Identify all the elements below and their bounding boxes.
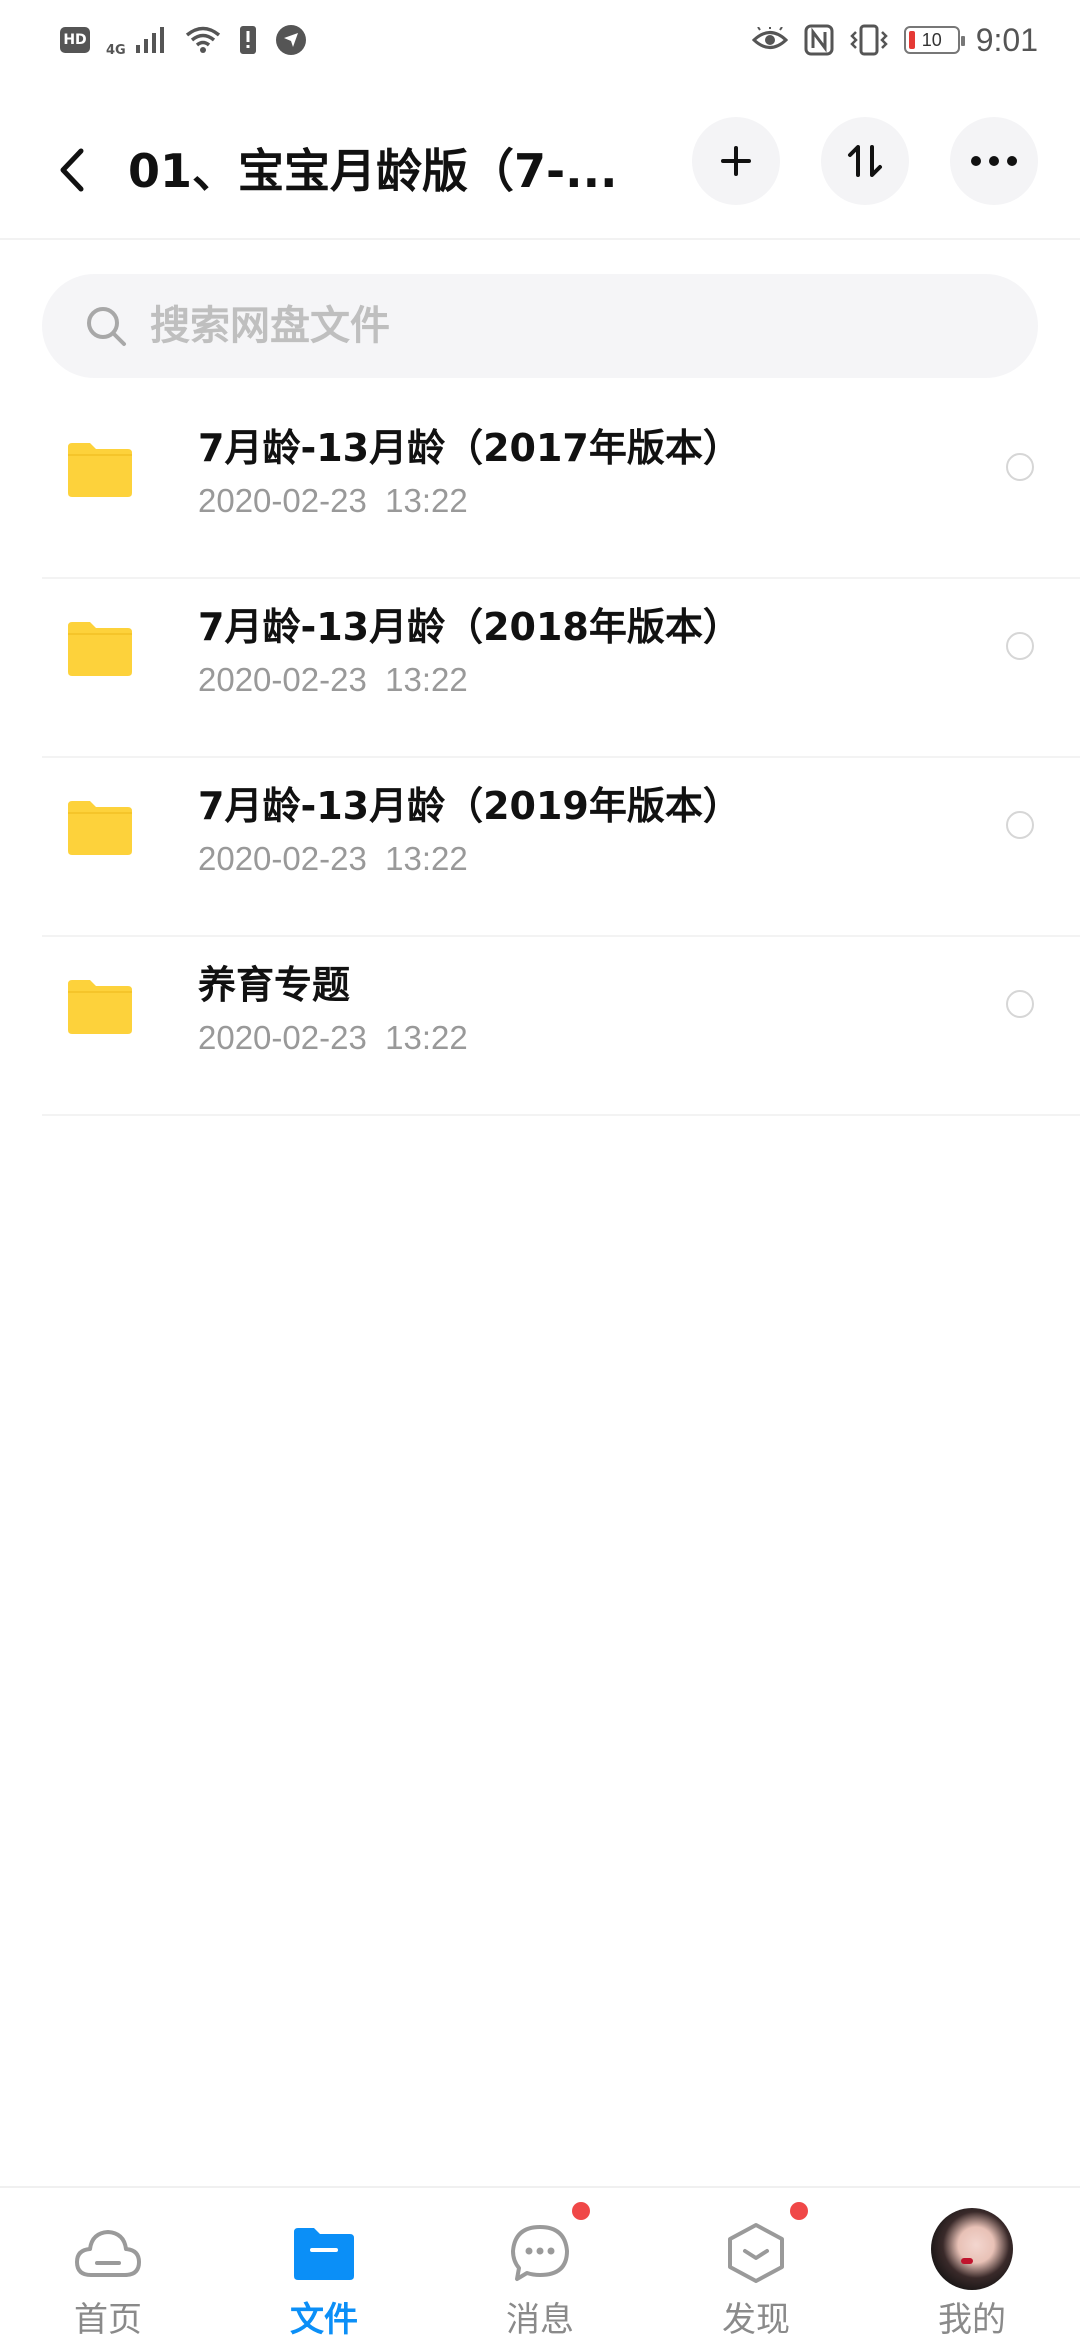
nav-label-messages: 消息 [506, 2300, 574, 2340]
select-radio[interactable] [1006, 811, 1034, 839]
avatar [931, 2208, 1013, 2290]
folder-icon [286, 2218, 362, 2288]
status-bar: HD 4G 10 9:01 [0, 0, 1080, 80]
nav-label-profile: 我的 [938, 2300, 1006, 2340]
file-name: 7月龄-13月龄（2019年版本） [198, 784, 741, 828]
nav-label-discover: 发现 [722, 2300, 790, 2340]
message-icon [502, 2218, 578, 2288]
select-radio[interactable] [1006, 453, 1034, 481]
battery-icon: 10 [903, 26, 965, 54]
nav-home[interactable]: 首页 [0, 2188, 216, 2340]
nav-discover[interactable]: 发现 [648, 2188, 864, 2340]
file-date: 2020-02-23 13:22 [198, 840, 468, 877]
status-left: HD 4G [60, 23, 308, 58]
eye-icon [751, 27, 788, 53]
nav-label-files: 文件 [290, 2300, 358, 2340]
select-radio[interactable] [1006, 632, 1034, 660]
location-icon [274, 23, 308, 57]
nav-files[interactable]: 文件 [216, 2188, 432, 2340]
alert-icon [238, 24, 258, 56]
back-button[interactable] [50, 142, 94, 198]
hd-icon: HD [60, 27, 90, 53]
nfc-icon [804, 24, 834, 56]
vibrate-icon [849, 24, 888, 56]
more-icon [971, 156, 1017, 166]
file-date: 2020-02-23 13:22 [198, 1019, 468, 1056]
add-icon [721, 146, 751, 176]
chevron-left-icon [60, 148, 84, 192]
file-name: 养育专题 [198, 963, 351, 1007]
file-name: 7月龄-13月龄（2017年版本） [198, 426, 741, 470]
bottom-nav: 首页 文件 消息 发现 我的 [0, 2186, 1080, 2340]
status-right: 10 9:01 [751, 21, 1038, 59]
search-icon [87, 307, 126, 346]
nav-messages[interactable]: 消息 [432, 2188, 648, 2340]
select-radio[interactable] [1006, 990, 1034, 1018]
sort-button[interactable] [821, 117, 909, 205]
discover-badge [790, 2202, 808, 2220]
file-list: 7月龄-13月龄（2017年版本） 2020-02-23 13:22 7月龄-1… [0, 400, 1080, 1116]
list-item[interactable]: 7月龄-13月龄（2019年版本） 2020-02-23 13:22 [42, 758, 1080, 937]
wifi-icon [184, 25, 222, 55]
list-item[interactable]: 7月龄-13月龄（2018年版本） 2020-02-23 13:22 [42, 579, 1080, 758]
discover-icon [718, 2218, 794, 2288]
sort-icon [848, 145, 882, 177]
signal-icon [134, 25, 168, 55]
message-badge [572, 2202, 590, 2220]
nav-profile[interactable]: 我的 [864, 2188, 1080, 2340]
file-date: 2020-02-23 13:22 [198, 482, 468, 519]
network-type-label: 4G [106, 42, 126, 58]
clock-time: 9:01 [975, 21, 1038, 58]
file-name: 7月龄-13月龄（2018年版本） [198, 605, 741, 649]
list-item[interactable]: 养育专题 2020-02-23 13:22 [42, 937, 1080, 1116]
folder-icon [68, 980, 132, 1034]
more-button[interactable] [950, 117, 1038, 205]
search-input[interactable] [150, 303, 950, 349]
page-title: 01、宝宝月龄版（7-... [128, 144, 618, 198]
folder-icon [68, 443, 132, 497]
file-date: 2020-02-23 13:22 [198, 661, 468, 698]
add-button[interactable] [692, 117, 780, 205]
nav-label-home: 首页 [74, 2300, 142, 2340]
battery-level: 10 [921, 29, 942, 50]
header-bar: 01、宝宝月龄版（7-... [0, 100, 1080, 240]
search-bar[interactable] [42, 274, 1038, 378]
cloud-icon [70, 2218, 146, 2288]
folder-icon [68, 622, 132, 676]
list-item[interactable]: 7月龄-13月龄（2017年版本） 2020-02-23 13:22 [42, 400, 1080, 579]
folder-icon [68, 801, 132, 855]
